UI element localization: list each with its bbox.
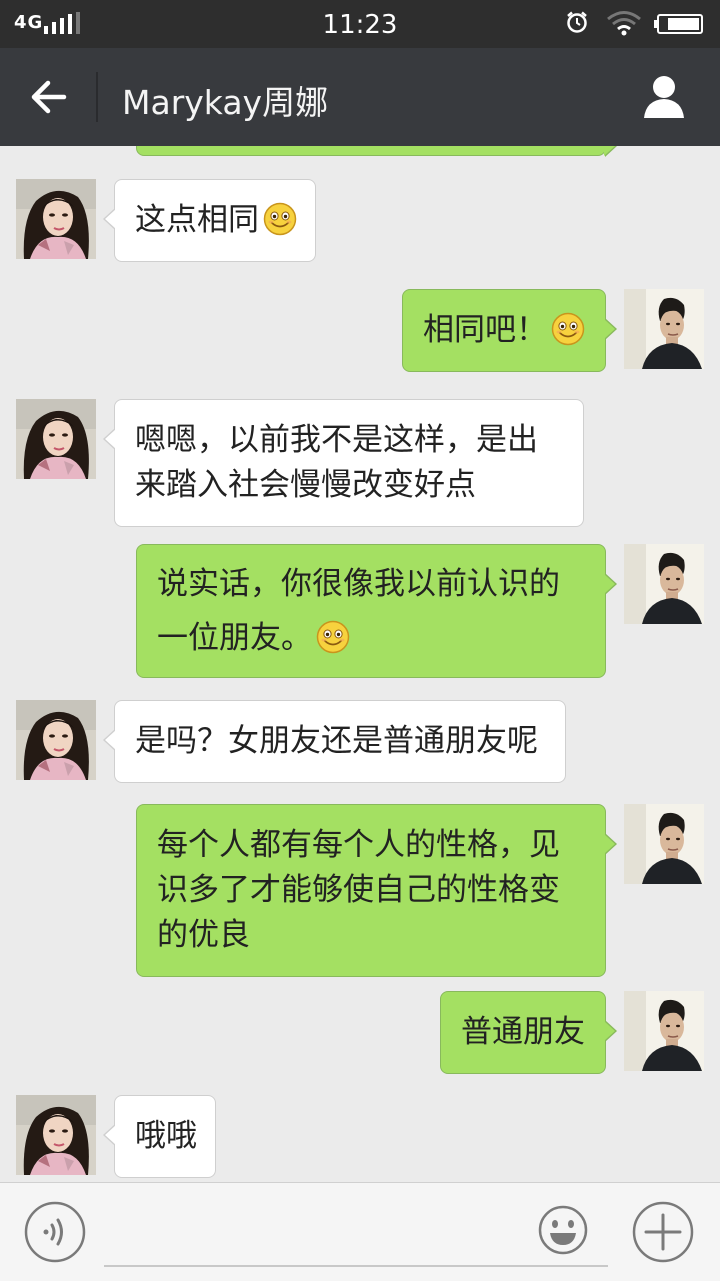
- chat-area[interactable]: 这点相同 相同吧！ 嗯嗯，以前我不是这样，是出 来踏入社会慢慢改变好点 说实话，…: [0, 146, 720, 1182]
- message-bubble-incoming[interactable]: 是吗？女朋友还是普通朋友呢: [103, 700, 566, 783]
- my-avatar[interactable]: [624, 991, 704, 1071]
- battery-icon: [654, 14, 703, 34]
- emoji-icon[interactable]: [538, 1205, 588, 1255]
- my-avatar[interactable]: [624, 804, 704, 884]
- message-text: 普通朋友: [461, 1014, 585, 1050]
- message-input[interactable]: [104, 1203, 608, 1267]
- message-text: 这点相同: [135, 202, 259, 238]
- title-divider: [96, 72, 98, 122]
- plus-icon[interactable]: [632, 1201, 694, 1263]
- message-text: 是吗？女朋友还是普通朋友呢: [135, 723, 538, 759]
- message-text: 相同吧！: [423, 312, 547, 348]
- message-bubble-incoming[interactable]: 嗯嗯，以前我不是这样，是出 来踏入社会慢慢改变好点: [103, 399, 584, 527]
- voice-icon[interactable]: [24, 1201, 86, 1263]
- wifi-icon: [607, 11, 641, 36]
- contact-avatar[interactable]: [16, 399, 96, 479]
- contact-avatar[interactable]: [16, 700, 96, 780]
- message-bubble-outgoing[interactable]: 说实话，你很像我以前认识的 一位朋友。: [136, 544, 617, 678]
- contact-avatar[interactable]: [16, 1095, 96, 1175]
- message-line: 的优良: [157, 917, 250, 953]
- status-bar: 4G 11:23: [0, 0, 720, 48]
- message-line: 说实话，你很像我以前认识的: [157, 566, 560, 602]
- input-bar: [0, 1182, 720, 1281]
- alarm-icon: [567, 11, 587, 33]
- smile-emoji-icon: [551, 312, 585, 346]
- contact-name: Marykay周娜: [122, 83, 329, 122]
- smile-emoji-icon: [316, 620, 350, 654]
- message-line: 嗯嗯，以前我不是这样，是出: [135, 422, 538, 458]
- profile-icon[interactable]: [640, 72, 688, 120]
- message-line: 来踏入社会慢慢改变好点: [135, 467, 476, 503]
- message-bubble-incoming[interactable]: 哦哦: [103, 1095, 216, 1178]
- message-line: 识多了才能够使自己的性格变: [157, 872, 560, 908]
- message-bubble-outgoing[interactable]: 相同吧！: [402, 289, 617, 372]
- message-text: 哦哦: [135, 1118, 197, 1154]
- smile-emoji-icon: [263, 202, 297, 236]
- my-avatar[interactable]: [624, 544, 704, 624]
- message-bubble-outgoing[interactable]: 普通朋友: [440, 991, 617, 1074]
- message-bubble-incoming[interactable]: 这点相同: [103, 179, 316, 262]
- message-bubble-outgoing[interactable]: 每个人都有每个人的性格，见 识多了才能够使自己的性格变 的优良: [136, 804, 617, 977]
- title-bar: Marykay周娜: [0, 48, 720, 146]
- message-line: 一位朋友。: [157, 620, 312, 656]
- contact-avatar[interactable]: [16, 179, 96, 259]
- back-arrow-icon[interactable]: [24, 74, 72, 120]
- message-bubble-partial[interactable]: [136, 146, 617, 157]
- message-line: 每个人都有每个人的性格，见: [157, 827, 560, 863]
- my-avatar[interactable]: [624, 289, 704, 369]
